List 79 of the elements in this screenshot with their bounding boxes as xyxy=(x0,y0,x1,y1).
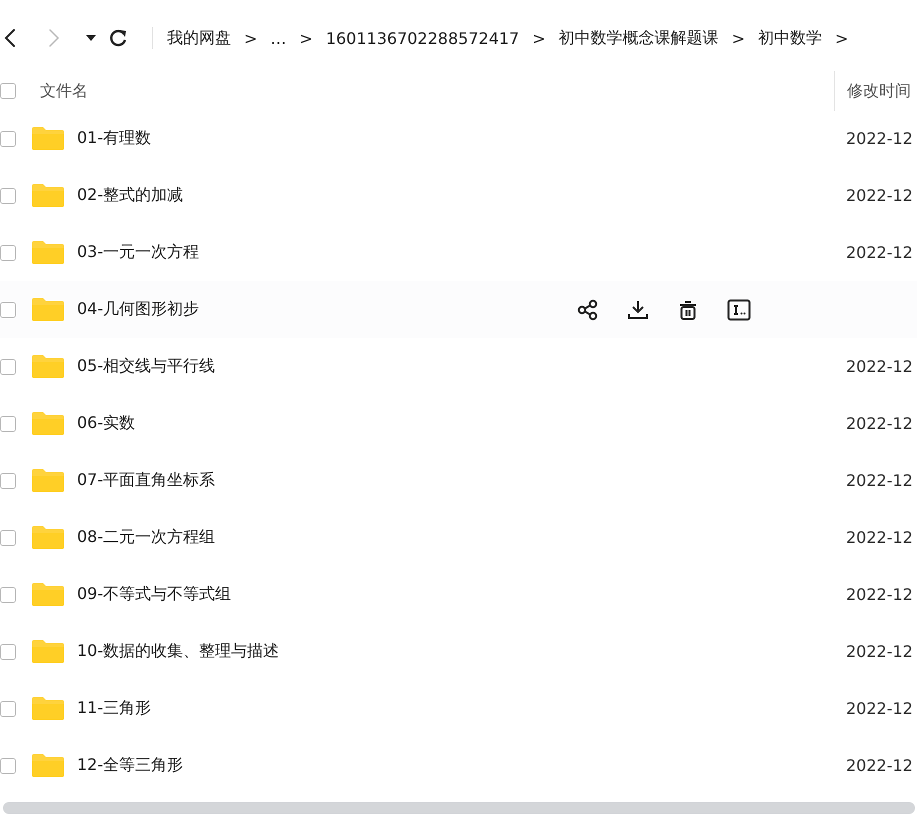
breadcrumb-link[interactable]: 初中数学 xyxy=(758,28,822,48)
folder-icon xyxy=(32,696,64,721)
share-icon[interactable] xyxy=(577,298,599,320)
download-icon[interactable] xyxy=(627,298,649,320)
row-checkbox[interactable] xyxy=(0,244,16,260)
file-name[interactable]: 09-不等式与不等式组 xyxy=(77,584,846,605)
modified-date: 2022-12 xyxy=(846,186,914,205)
file-row[interactable]: 07-平面直角坐标系 2022-12 xyxy=(0,452,917,509)
dropdown-icon[interactable] xyxy=(86,35,96,41)
file-row[interactable]: 11-三角形 2022-12 xyxy=(0,680,917,737)
breadcrumb-separator: > xyxy=(532,28,546,48)
refresh-icon[interactable] xyxy=(108,28,128,48)
folder-icon xyxy=(32,411,64,436)
modified-date: 2022-12 xyxy=(846,243,914,262)
file-name[interactable]: 07-平面直角坐标系 xyxy=(77,470,846,491)
file-row[interactable]: 12-全等三角形 2022-12 xyxy=(0,737,917,794)
select-all-checkbox[interactable] xyxy=(0,83,16,99)
modified-date: 2022-12 xyxy=(846,414,914,433)
file-row[interactable]: 03-一元一次方程 2022-12 xyxy=(0,224,917,281)
folder-icon xyxy=(32,240,64,265)
trash-icon[interactable] xyxy=(677,298,699,320)
file-name[interactable]: 01-有理数 xyxy=(77,128,846,149)
folder-icon xyxy=(32,183,64,208)
modified-date: 2022-12 xyxy=(846,129,914,148)
folder-icon xyxy=(32,639,64,664)
breadcrumb-separator: > xyxy=(299,28,313,48)
row-checkbox[interactable] xyxy=(0,758,16,774)
file-name[interactable]: 02-整式的加减 xyxy=(77,185,846,206)
folder-icon xyxy=(32,525,64,550)
folder-icon xyxy=(32,126,64,151)
modified-date: 2022-12 xyxy=(846,528,914,547)
modified-date: 2022-12 xyxy=(846,357,914,376)
breadcrumb-separator: > xyxy=(835,28,848,48)
modified-date: 2022-12 xyxy=(846,585,914,604)
file-row[interactable]: 01-有理数 2022-12 xyxy=(0,110,917,167)
row-checkbox[interactable] xyxy=(0,586,16,602)
file-row[interactable]: 08-二元一次方程组 2022-12 xyxy=(0,509,917,566)
breadcrumb-link[interactable]: … xyxy=(270,28,286,48)
row-checkbox[interactable] xyxy=(0,416,16,432)
modified-date: 2022-12 xyxy=(846,756,914,775)
breadcrumb-link[interactable]: 1601136702288572417 xyxy=(326,28,520,48)
row-checkbox[interactable] xyxy=(0,358,16,374)
row-checkbox[interactable] xyxy=(0,472,16,488)
row-checkbox[interactable] xyxy=(0,188,16,204)
file-name[interactable]: 10-数据的收集、整理与描述 xyxy=(77,641,846,662)
file-name[interactable]: 05-相交线与平行线 xyxy=(77,356,846,377)
modified-date: 2022-12 xyxy=(846,642,914,661)
file-name[interactable]: 06-实数 xyxy=(77,413,846,434)
folder-icon xyxy=(32,468,64,493)
file-row[interactable]: 10-数据的收集、整理与描述 2022-12 xyxy=(0,623,917,680)
column-header[interactable]: 修改时间 xyxy=(834,71,917,111)
breadcrumb-link[interactable]: 初中数学概念课解题课 xyxy=(558,28,719,48)
column-header[interactable]: 文件名 xyxy=(40,80,834,102)
file-row[interactable]: 02-整式的加减 2022-12 xyxy=(0,167,917,224)
file-name[interactable]: 03-一元一次方程 xyxy=(77,242,846,263)
breadcrumb-separator: > xyxy=(244,28,258,48)
modified-date: 2022-12 xyxy=(846,699,914,718)
row-checkbox[interactable] xyxy=(0,130,16,146)
file-row[interactable]: 06-实数 2022-12 xyxy=(0,395,917,452)
folder-icon xyxy=(32,354,64,379)
breadcrumb-link[interactable]: 我的网盘 xyxy=(167,28,231,48)
row-checkbox[interactable] xyxy=(0,530,16,546)
file-name[interactable]: 12-全等三角形 xyxy=(77,755,846,776)
file-name[interactable]: 11-三角形 xyxy=(77,698,846,719)
file-name[interactable]: 04-几何图形初步 xyxy=(77,299,577,320)
file-name[interactable]: 08-二元一次方程组 xyxy=(77,527,846,548)
folder-icon xyxy=(32,297,64,322)
breadcrumb-separator: > xyxy=(732,28,746,48)
row-checkbox[interactable] xyxy=(0,302,16,318)
horizontal-scrollbar[interactable] xyxy=(3,802,915,814)
folder-icon xyxy=(32,582,64,607)
row-checkbox[interactable] xyxy=(0,644,16,660)
rename-icon[interactable] xyxy=(727,298,751,320)
folder-icon xyxy=(32,753,64,778)
file-row[interactable]: 09-不等式与不等式组 2022-12 xyxy=(0,566,917,623)
modified-date: 2022-12 xyxy=(846,471,914,490)
row-checkbox[interactable] xyxy=(0,700,16,716)
back-icon[interactable] xyxy=(4,28,16,48)
file-row[interactable]: 05-相交线与平行线 2022-12 xyxy=(0,338,917,395)
